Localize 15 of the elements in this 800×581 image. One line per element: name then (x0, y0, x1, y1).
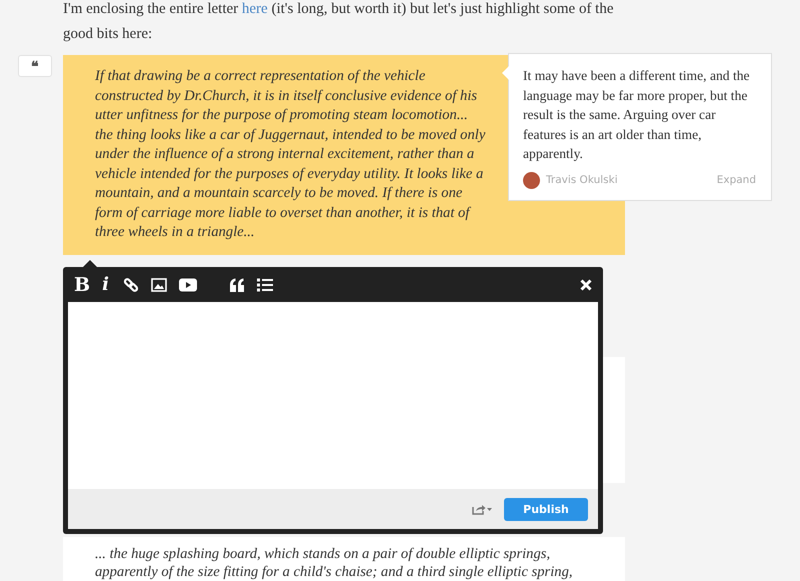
comment-input-field[interactable] (68, 302, 598, 489)
intro-paragraph: I'm enclosing the entire letter here (it's long, but worth it) but let's just highlight some of the good bits here: (63, 0, 615, 44)
avatar-icon (523, 172, 540, 188)
share-menu-button[interactable] (472, 503, 492, 515)
quote-text: If that drawing be a correct representation of the vehicle constructed by Dr.Church, it is in itself conclusive evidence of his utter unfitness for the purpose of promoting steam locomotion... the thing looks like a car of Juggernaut, intended to be moved only under the influence of a strong internal excitement, rather than a vehicle intended for the purposes of everyday utility. It looks like a mountain, and a mountain scarcely to be moved. If there is one form of carriage more liable to overset than another, it is that of three wheels in a triangle... (95, 67, 486, 242)
expand-link[interactable]: Expand (716, 174, 756, 186)
italic-button[interactable]: i (102, 274, 109, 294)
comment-text: It may have been a different time, and the language may be far more proper, but the result is the same. Arguing over car features is an art older than time, apparently. (523, 67, 751, 163)
quote-button[interactable]: ❝ (18, 55, 52, 77)
letter-link[interactable]: here (242, 1, 268, 17)
author-name[interactable]: Travis Okulski (546, 174, 618, 186)
quote-text: apparently of the size fitting for a child's chaise; and a third single elliptic spring, (95, 563, 574, 581)
publish-button[interactable]: Publish (504, 498, 588, 520)
bold-button[interactable]: B (74, 274, 90, 294)
quote-text: ... the huge splashing board, which stands on a pair of double elliptic springs, (95, 545, 552, 563)
